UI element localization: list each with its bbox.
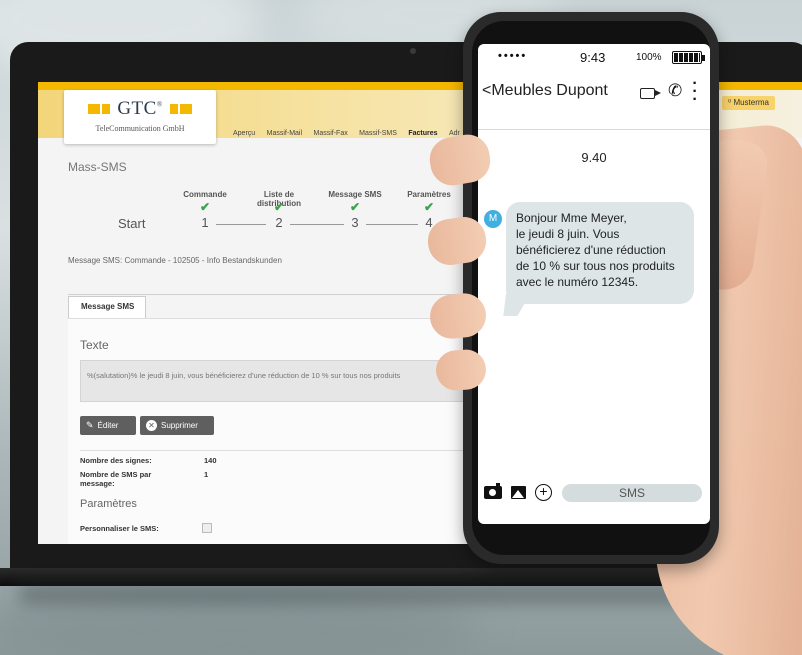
personalize-sms-checkbox[interactable] (202, 523, 212, 533)
camera-icon[interactable] (484, 483, 502, 499)
step-label-parametres: Paramètres (407, 190, 451, 199)
incoming-message-bubble: Bonjour Mme Meyer, le jeudi 8 juin. Vous… (506, 202, 694, 304)
close-circle-icon: ✕ (146, 420, 157, 432)
page-title: Mass-SMS (68, 160, 127, 174)
message-line: Bonjour Mme Meyer, (516, 211, 627, 225)
nav-item-factures[interactable]: Factures (408, 130, 437, 137)
sender-avatar: M (484, 210, 502, 228)
nav-item-apercu[interactable]: Aperçu (233, 130, 255, 137)
texte-heading: Texte (80, 338, 109, 352)
logo-bar (179, 104, 192, 114)
tab-message-sms[interactable]: Message SMS (68, 296, 146, 318)
sms-input-field[interactable]: SMS (562, 484, 702, 502)
logo-bar (102, 104, 111, 114)
step-number[interactable]: 1 (195, 215, 215, 230)
phone-screen: ••••• 9:43 100% <Meubles Dupont ✆ · · · 9.… (478, 44, 710, 524)
laptop-camera (410, 48, 416, 54)
status-bar: ••••• 9:43 100% (478, 44, 710, 72)
main-nav: Aperçu Massif-Mail Massif-Fax Massif-SMS… (233, 122, 467, 140)
field-value-sms-per-message: 1 (204, 470, 209, 479)
logo-brand-text: GTC (117, 98, 157, 119)
edit-button[interactable]: ✎ Éditer (80, 416, 136, 435)
message-line: le jeudi 8 juin. Vous (516, 227, 620, 241)
edit-button-label: Éditer (97, 421, 119, 430)
delete-button[interactable]: ✕ Supprimer (140, 416, 214, 435)
signal-icon: ••••• (498, 50, 528, 62)
image-icon[interactable] (511, 486, 526, 499)
sms-message-preview: %(salutation)% le jeudi 8 juin, vous bén… (80, 360, 480, 402)
logo-registered-mark: ® (156, 100, 163, 109)
delete-button-label: Supprimer (161, 421, 198, 430)
message-line: avec le numéro 12345. (516, 275, 639, 289)
message-line: de 10 % sur tous nos produits (516, 259, 675, 273)
field-label-sms-per-message: Nombre de SMS par message: (80, 470, 152, 488)
more-options-icon[interactable]: · · · (692, 76, 698, 108)
logo-mark: GTC® (64, 98, 216, 120)
logo-brand: GTC® (117, 98, 162, 120)
step-number[interactable]: 3 (345, 215, 365, 230)
field-label-char-count: Nombre des signes: (80, 456, 152, 465)
back-to-contact-button[interactable]: <Meubles Dupont (482, 82, 608, 100)
logo-bar (169, 104, 178, 114)
check-icon: ✔ (423, 200, 435, 214)
pencil-icon: ✎ (86, 420, 94, 430)
check-icon: ✔ (273, 200, 285, 214)
stepper-connector (366, 224, 418, 225)
params-heading: Paramètres (80, 498, 137, 510)
personalize-sms-label: Personnaliser le SMS: (80, 524, 159, 533)
battery-percent: 100% (636, 52, 662, 63)
chat-header-divider (478, 129, 710, 130)
battery-icon (672, 51, 702, 64)
step-number[interactable]: 2 (269, 215, 289, 230)
step-label-message-sms: Message SMS (328, 190, 382, 199)
message-line: bénéficierez d'une réduction (516, 243, 666, 257)
nav-item-massif-fax[interactable]: Massif-Fax (313, 130, 347, 137)
message-composer: + SMS (478, 482, 710, 510)
phone-call-icon[interactable]: ✆ (668, 81, 682, 101)
section-divider (80, 450, 480, 451)
message-timestamp: 9.40 (581, 150, 607, 165)
status-time: 9:43 (580, 50, 606, 65)
field-value-char-count: 140 (204, 456, 217, 465)
check-icon: ✔ (199, 200, 211, 214)
logo-bar (88, 104, 101, 114)
stepper-start-label: Start (118, 216, 146, 231)
check-icon: ✔ (349, 200, 361, 214)
nav-item-massif-sms[interactable]: Massif-SMS (359, 130, 397, 137)
video-call-icon[interactable] (640, 88, 661, 99)
battery-cap (702, 55, 705, 61)
user-name: Musterma (733, 98, 769, 107)
nav-item-massif-mail[interactable]: Massif-Mail (267, 130, 302, 137)
stepper-connector (290, 224, 344, 225)
logo-subtitle: TeleCommunication GmbH (95, 124, 185, 133)
step-label-commande: Commande (183, 190, 227, 199)
breadcrumb: Message SMS: Commande - 102505 - Info Be… (68, 256, 282, 265)
add-attachment-icon[interactable]: + (535, 484, 552, 501)
chat-header: <Meubles Dupont ✆ · · · (478, 76, 710, 112)
user-menu[interactable]: ⁰ Musterma (722, 96, 775, 110)
gtc-logo[interactable]: GTC® TeleCommunication GmbH (64, 90, 216, 144)
stepper-connector (216, 224, 266, 225)
